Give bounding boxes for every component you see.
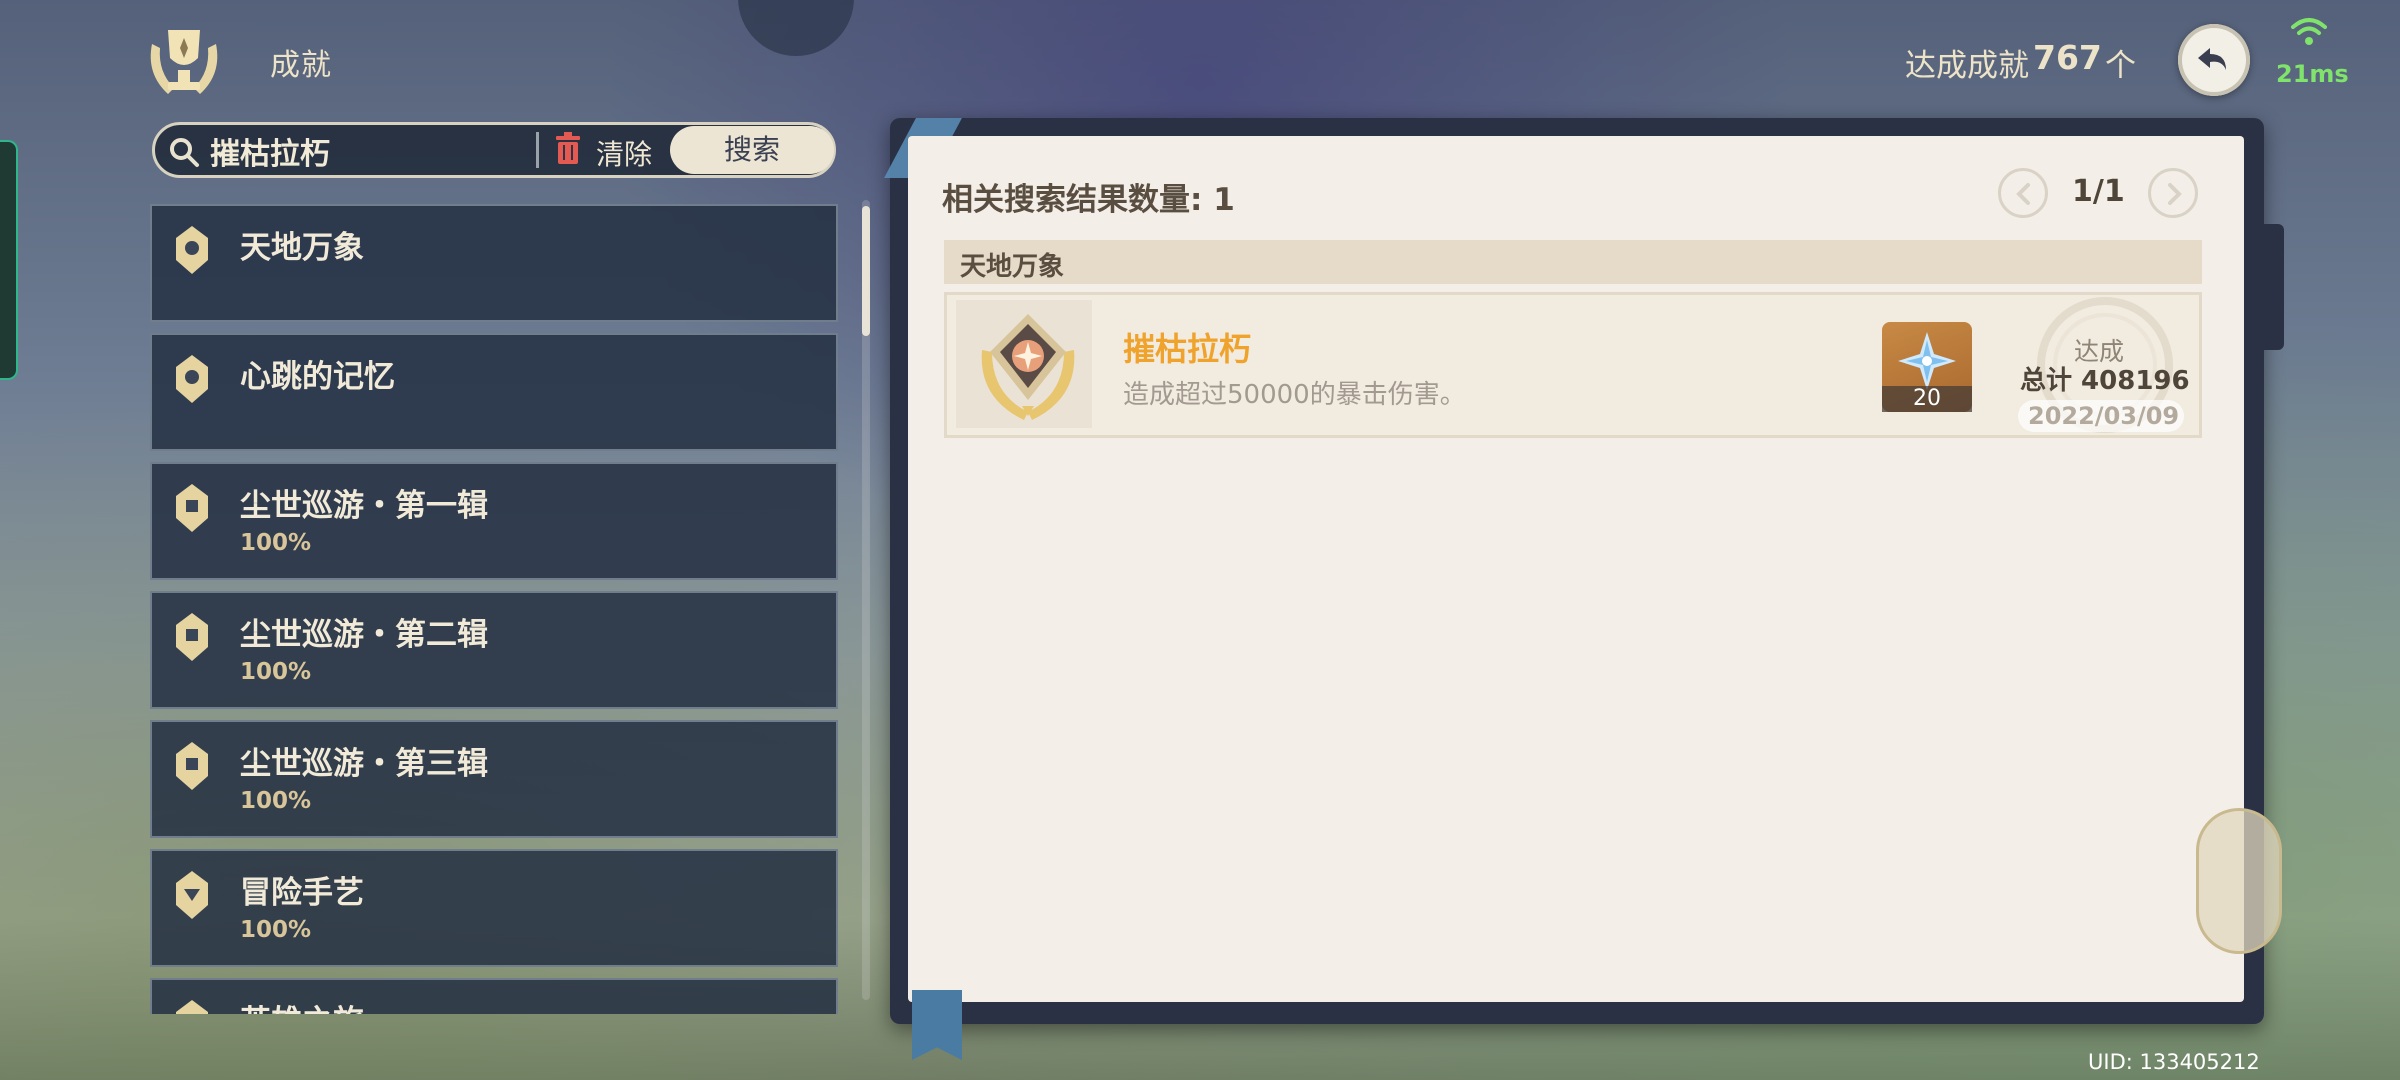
search-divider: [536, 132, 539, 168]
category-progress: 100%: [240, 917, 312, 943]
result-group-title: 天地万象: [960, 252, 1065, 282]
left-edge-tab[interactable]: [0, 140, 18, 380]
trash-icon[interactable]: [554, 132, 582, 166]
wifi-icon: [2290, 16, 2328, 46]
reward-quantity: 20: [1882, 386, 1972, 412]
category-badge-icon: [176, 871, 208, 919]
achieved-count-unit: 个: [2105, 48, 2136, 84]
category-badge-icon: [176, 355, 208, 403]
prev-page-button[interactable]: [1998, 168, 2048, 218]
uid-label: UID: 133405212: [2088, 1050, 2260, 1074]
category-progress: 100%: [240, 530, 312, 556]
category-name: 冒险手艺: [240, 875, 364, 911]
ping-indicator: 21ms: [2276, 60, 2349, 88]
search-button[interactable]: 搜索: [670, 126, 834, 174]
category-name: 天地万象: [240, 230, 364, 266]
next-page-button[interactable]: [2148, 168, 2198, 218]
category-name: 尘世巡游・第三辑: [240, 746, 488, 782]
category-badge-icon: [176, 742, 208, 790]
clear-button[interactable]: 清除: [596, 133, 652, 173]
category-name: 尘世巡游・第一辑: [240, 488, 488, 524]
category-item[interactable]: 尘世巡游・第一辑 100%: [150, 462, 838, 580]
back-button[interactable]: [2178, 24, 2250, 96]
chevron-left-icon: [2016, 183, 2030, 205]
achievement-medal-icon: [968, 302, 1088, 428]
back-arrow-icon: [2198, 48, 2226, 70]
achievement-name: 摧枯拉朽: [1123, 330, 1252, 368]
book-spine: [2262, 224, 2284, 350]
achieved-count-value: 767: [2033, 38, 2102, 77]
primogem-icon: [1896, 330, 1958, 392]
category-scrollbar-thumb[interactable]: [862, 206, 870, 336]
side-decoration: [2196, 808, 2282, 954]
category-badge-icon: [176, 1000, 208, 1014]
category-progress: 100%: [240, 659, 312, 685]
category-list[interactable]: 天地万象 心跳的记忆 尘世巡游・第一辑 100% 尘世巡游・第二辑 100% 尘…: [150, 204, 842, 1014]
category-item[interactable]: 天地万象: [150, 204, 838, 322]
result-group-header: [944, 240, 2202, 284]
achievement-description: 造成超过50000的暴击伤害。: [1123, 380, 1466, 410]
page-title: 成就: [270, 48, 332, 83]
trophy-emblem-icon: [138, 14, 230, 106]
category-name: 尘世巡游・第二辑: [240, 617, 488, 653]
category-item[interactable]: 尘世巡游・第二辑 100%: [150, 591, 838, 709]
results-count: 相关搜索结果数量: 1: [942, 182, 1235, 218]
bookmark-ribbon: [912, 990, 962, 1060]
category-name: 英雄之旅: [240, 996, 364, 1014]
achieved-count-label: 达成成就: [1905, 48, 2029, 84]
category-progress: 100%: [240, 788, 312, 814]
search-input[interactable]: [208, 128, 532, 174]
page-indicator: 1/1: [2072, 174, 2125, 209]
category-badge-icon: [176, 484, 208, 532]
stamp-total: 总计 408196: [2020, 366, 2190, 396]
category-badge-icon: [176, 226, 208, 274]
achievement-date: 2022/03/09: [2028, 402, 2180, 430]
category-item[interactable]: 尘世巡游・第三辑 100%: [150, 720, 838, 838]
paimon-menu-button[interactable]: [738, 0, 854, 56]
search-icon: [168, 136, 200, 168]
category-item[interactable]: 英雄之旅: [150, 978, 838, 1014]
category-name: 心跳的记忆: [240, 359, 395, 395]
chevron-right-icon: [2168, 183, 2182, 205]
category-item[interactable]: 心跳的记忆: [150, 333, 838, 451]
category-item[interactable]: 冒险手艺 100%: [150, 849, 838, 967]
category-badge-icon: [176, 613, 208, 661]
